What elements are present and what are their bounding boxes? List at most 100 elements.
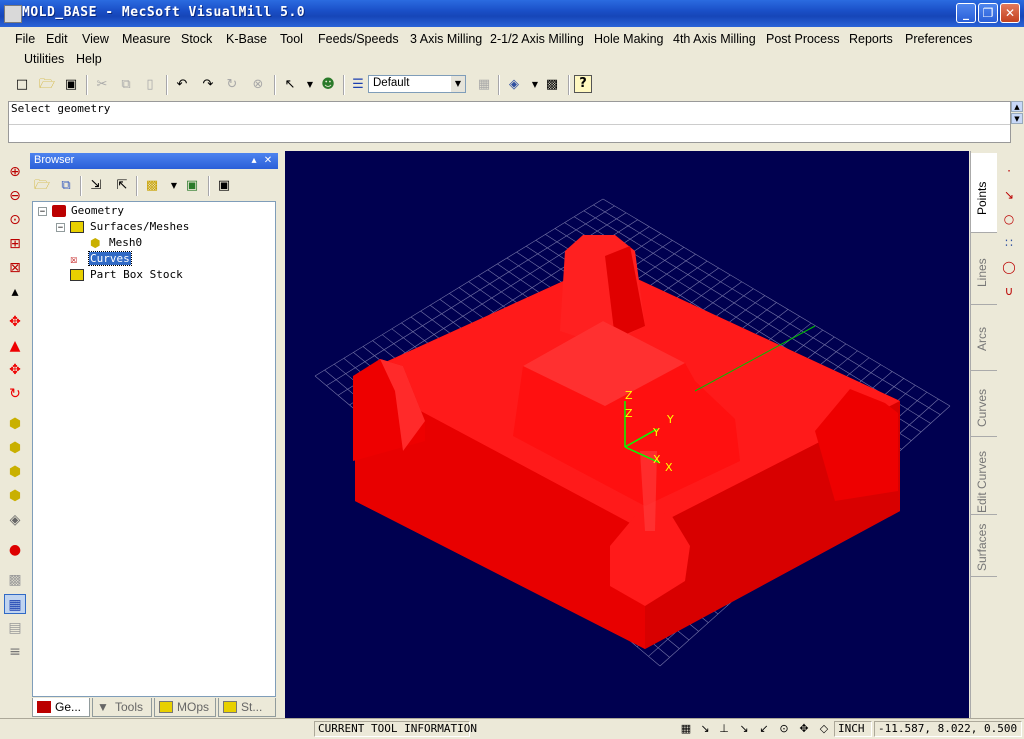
- stop-icon[interactable]: ⊗: [248, 75, 268, 95]
- cut-icon[interactable]: ✂: [92, 75, 112, 95]
- scroll-down-icon[interactable]: ▼: [1011, 113, 1023, 124]
- menu-measure[interactable]: Measure: [122, 32, 171, 46]
- picture-icon[interactable]: ▣: [182, 176, 202, 196]
- menu-view[interactable]: View: [82, 32, 109, 46]
- browser-save-icon[interactable]: ▣: [214, 176, 234, 196]
- view-front-icon[interactable]: ⬢: [4, 438, 26, 458]
- zoom-out-icon[interactable]: ⊖: [4, 186, 26, 206]
- point-arc-icon[interactable]: ∪: [1000, 284, 1018, 302]
- expand-surfaces-icon[interactable]: −: [56, 223, 65, 233]
- zoom-fit-icon[interactable]: ⊠: [4, 258, 26, 278]
- snap-quad-icon[interactable]: ◇: [816, 722, 832, 736]
- tree-item-geometry[interactable]: Geometry: [71, 204, 124, 217]
- viewport-canvas[interactable]: Z Z Y Y X X: [285, 151, 969, 718]
- snap-mid-icon[interactable]: ↙: [756, 722, 772, 736]
- tree-item-stock[interactable]: Part Box Stock: [90, 268, 183, 281]
- wireframe-icon[interactable]: ▩: [4, 570, 26, 590]
- snap-grid-icon[interactable]: ▤: [4, 618, 26, 638]
- tab-mops[interactable]: MOps: [154, 698, 216, 717]
- menu-3-axis-milling[interactable]: 3 Axis Milling: [410, 32, 482, 46]
- menu-utilities[interactable]: Utilities: [24, 52, 64, 66]
- menu-file[interactable]: File: [15, 32, 35, 46]
- view-combo[interactable]: Default ▼: [368, 75, 466, 93]
- tab-lines[interactable]: Lines: [971, 235, 997, 305]
- view-top-icon[interactable]: ⬢: [4, 414, 26, 434]
- dynamic-zoom-icon[interactable]: ▲: [4, 336, 26, 356]
- tab-geometry[interactable]: Ge...: [32, 698, 90, 717]
- view-layer-icon[interactable]: ☰: [348, 75, 368, 95]
- view-iso-icon[interactable]: ⬢: [4, 486, 26, 506]
- tab-tools[interactable]: ▼ Tools: [92, 698, 152, 717]
- zoom-window-icon[interactable]: ⊙: [4, 210, 26, 230]
- grid-icon[interactable]: ▦: [4, 594, 26, 614]
- undo-icon[interactable]: ↶: [172, 75, 192, 95]
- snap-point-icon[interactable]: ✥: [796, 722, 812, 736]
- redo-icon[interactable]: ↷: [198, 75, 218, 95]
- zoom-extents-icon[interactable]: ⊞: [4, 234, 26, 254]
- app-icon[interactable]: [4, 5, 22, 23]
- select-dropdown-icon[interactable]: ▼: [300, 75, 320, 95]
- graphics-viewport[interactable]: Z Z Y Y X X: [285, 151, 969, 718]
- copy-icon[interactable]: ⧉: [116, 75, 136, 95]
- snap-perp-icon[interactable]: ⊥: [716, 722, 732, 736]
- point-grid-icon[interactable]: ∷: [1000, 236, 1018, 254]
- pan-icon[interactable]: ✥: [4, 312, 26, 332]
- tab-points[interactable]: Points: [971, 153, 997, 233]
- move-icon[interactable]: ✥: [4, 360, 26, 380]
- menu-reports[interactable]: Reports: [849, 32, 893, 46]
- tab-stock[interactable]: St...: [218, 698, 276, 717]
- snap-tangent-icon[interactable]: ↘: [736, 722, 752, 736]
- view-layers-icon[interactable]: ◈: [4, 510, 26, 530]
- tab-arcs[interactable]: Arcs: [971, 307, 997, 371]
- new-file-icon[interactable]: □: [12, 75, 32, 95]
- pin-icon[interactable]: ▴: [248, 154, 260, 167]
- command-prompt[interactable]: Select geometry: [8, 101, 1011, 143]
- menu-edit[interactable]: Edit: [46, 32, 68, 46]
- chevron-down-icon[interactable]: ▼: [451, 76, 465, 92]
- snap-end-icon[interactable]: ↘: [697, 722, 713, 736]
- minimize-button[interactable]: _: [956, 3, 976, 23]
- snap-center-icon[interactable]: ⊙: [776, 722, 792, 736]
- scroll-up-icon[interactable]: ▲: [1011, 101, 1023, 112]
- menu-help[interactable]: Help: [76, 52, 102, 66]
- mask-icon[interactable]: ☻: [318, 75, 338, 95]
- help-icon[interactable]: ?: [574, 75, 592, 93]
- paste-icon[interactable]: ▯: [140, 75, 160, 95]
- point-curve-icon[interactable]: ↘: [1000, 188, 1018, 206]
- tab-curves[interactable]: Curves: [971, 373, 997, 437]
- menu-2-5-axis-milling[interactable]: 2-1/2 Axis Milling: [490, 32, 584, 46]
- maximize-button[interactable]: ❐: [978, 3, 998, 23]
- prompt-scrollbar[interactable]: ▲ ▼: [1011, 101, 1023, 125]
- tree-item-curves[interactable]: Curves: [88, 251, 132, 266]
- shaded-sphere-icon[interactable]: ●: [4, 540, 26, 560]
- view-right-icon[interactable]: ⬢: [4, 462, 26, 482]
- point-icon[interactable]: ⋅: [1000, 164, 1018, 182]
- menu-feeds-speeds[interactable]: Feeds/Speeds: [318, 32, 399, 46]
- cube-export-icon[interactable]: ▩: [542, 75, 562, 95]
- expand-geometry-icon[interactable]: −: [38, 207, 47, 217]
- tab-edit-curves[interactable]: Edit Curves: [971, 439, 997, 515]
- geometry-tree[interactable]: − Geometry − Surfaces/Meshes ⬢ Mesh0 ☒ C…: [32, 201, 276, 697]
- menu-tool[interactable]: Tool: [280, 32, 303, 46]
- grid-snap-icon[interactable]: ▦: [678, 722, 694, 736]
- menu-preferences[interactable]: Preferences: [905, 32, 972, 46]
- menu-k-base[interactable]: K-Base: [226, 32, 267, 46]
- layer-dropdown-icon[interactable]: ▼: [164, 176, 184, 196]
- open-folder-icon[interactable]: 🗁: [37, 75, 57, 95]
- display-mode-icon[interactable]: ◈: [504, 75, 524, 95]
- zoom-plane-icon[interactable]: ▴: [4, 282, 26, 302]
- close-panel-icon[interactable]: ✕: [262, 154, 274, 167]
- menu-stock[interactable]: Stock: [181, 32, 212, 46]
- title-bar[interactable]: MOLD_BASE - MecSoft VisualMill 5.0 _ ❐ ✕: [0, 0, 1024, 27]
- menu-hole-making[interactable]: Hole Making: [594, 32, 663, 46]
- select-arrow-icon[interactable]: ↖: [280, 75, 300, 95]
- zoom-in-icon[interactable]: ⊕: [4, 162, 26, 182]
- tree-item-surfaces[interactable]: Surfaces/Meshes: [90, 220, 189, 233]
- layer-cube-icon[interactable]: ▩: [142, 176, 162, 196]
- menu-post-process[interactable]: Post Process: [766, 32, 840, 46]
- open-geometry-icon[interactable]: 🗁: [32, 176, 52, 196]
- tree-item-mesh[interactable]: Mesh0: [109, 236, 142, 249]
- repeat-icon[interactable]: ↻: [222, 75, 242, 95]
- export-icon[interactable]: ⇱: [112, 176, 132, 196]
- tab-surfaces[interactable]: Surfaces: [971, 517, 997, 577]
